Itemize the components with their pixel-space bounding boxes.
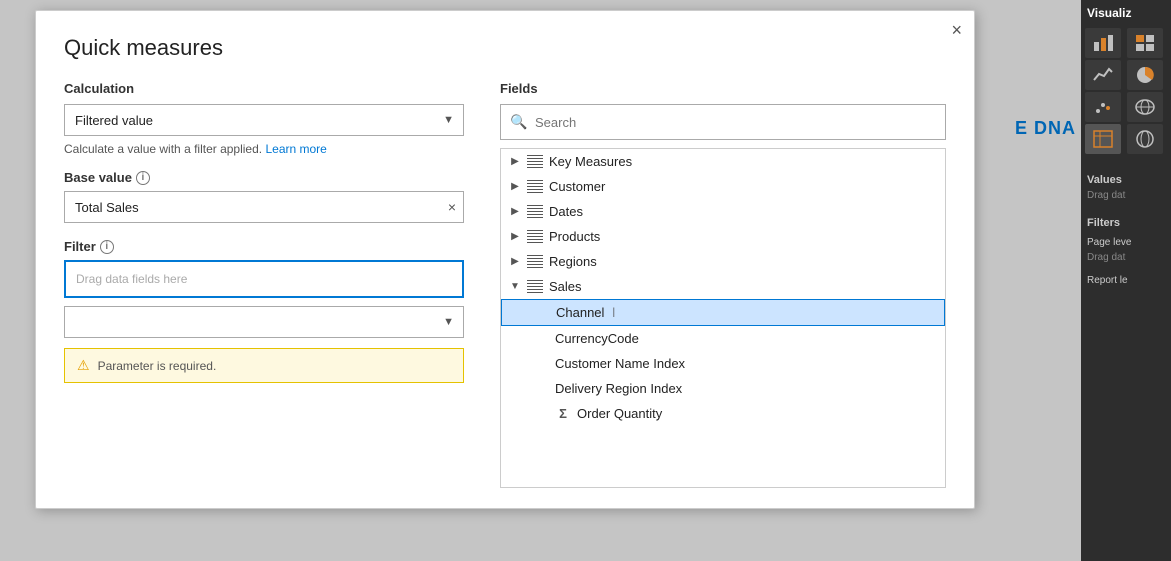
base-value-clear-button[interactable]: × bbox=[448, 199, 456, 215]
tree-item-currency-code[interactable]: CurrencyCode bbox=[501, 326, 945, 351]
search-icon: 🔍 bbox=[510, 114, 527, 131]
filters-section-label: Filters bbox=[1081, 211, 1171, 231]
table-icon-sales bbox=[527, 280, 543, 294]
right-column: Fields 🔍 ▶ Key Measures ▶ Customer bbox=[500, 81, 946, 488]
panel-icon-globe[interactable] bbox=[1127, 124, 1163, 154]
panel-icon-map[interactable] bbox=[1127, 92, 1163, 122]
table-icon-customer bbox=[527, 180, 543, 194]
base-value-info-icon: i bbox=[136, 171, 150, 185]
expand-dates: ▶ bbox=[509, 206, 521, 217]
left-column: Calculation Filtered value Average per c… bbox=[64, 81, 464, 488]
fields-label: Fields bbox=[500, 81, 946, 96]
page-drop-area[interactable]: Drag dat bbox=[1081, 250, 1171, 265]
calculation-select-wrapper: Filtered value Average per category Vari… bbox=[64, 104, 464, 136]
cursor-indicator: | bbox=[612, 307, 615, 318]
base-value-input[interactable] bbox=[64, 191, 464, 223]
helper-text: Calculate a value with a filter applied.… bbox=[64, 142, 464, 156]
tree-item-channel[interactable]: Channel | bbox=[501, 299, 945, 326]
table-icon-key-measures bbox=[527, 155, 543, 169]
filter-select[interactable] bbox=[64, 306, 464, 338]
tree-item-regions[interactable]: ▶ Regions bbox=[501, 249, 945, 274]
right-panel-title: Visualiz bbox=[1081, 0, 1171, 24]
dialog-title: Quick measures bbox=[64, 35, 946, 61]
tree-item-products[interactable]: ▶ Products bbox=[501, 224, 945, 249]
expand-key-measures: ▶ bbox=[509, 156, 521, 167]
panel-icon-line-chart[interactable] bbox=[1085, 60, 1121, 90]
warning-box: ⚠ Parameter is required. bbox=[64, 348, 464, 383]
filter-label: Filter i bbox=[64, 239, 464, 254]
panel-icon-table-view[interactable] bbox=[1085, 124, 1121, 154]
expand-customer: ▶ bbox=[509, 181, 521, 192]
calculation-select[interactable]: Filtered value Average per category Vari… bbox=[64, 104, 464, 136]
fields-tree[interactable]: ▶ Key Measures ▶ Customer ▶ Dates bbox=[500, 148, 946, 488]
expand-regions: ▶ bbox=[509, 256, 521, 267]
right-panel-icons bbox=[1081, 24, 1171, 158]
calculation-label: Calculation bbox=[64, 81, 464, 96]
base-value-field: × bbox=[64, 191, 464, 223]
values-drop-area[interactable]: Drag dat bbox=[1081, 188, 1171, 203]
tree-item-customer[interactable]: ▶ Customer bbox=[501, 174, 945, 199]
base-value-label: Base value i bbox=[64, 170, 464, 185]
fields-search-input[interactable] bbox=[500, 104, 946, 140]
report-level-label: Report le bbox=[1081, 269, 1171, 288]
table-icon-products bbox=[527, 230, 543, 244]
sigma-icon-order-quantity: Σ bbox=[555, 406, 571, 421]
panel-icon-bar-chart[interactable] bbox=[1085, 28, 1121, 58]
values-section-label: Values bbox=[1081, 168, 1171, 188]
tree-item-dates[interactable]: ▶ Dates bbox=[501, 199, 945, 224]
right-panel: Visualiz Values Drag dat F bbox=[1081, 0, 1171, 561]
filter-drag-area[interactable]: Drag data fields here bbox=[64, 260, 464, 298]
tree-item-key-measures[interactable]: ▶ Key Measures bbox=[501, 149, 945, 174]
expand-sales: ▼ bbox=[509, 281, 521, 292]
filter-select-wrapper: ▼ bbox=[64, 306, 464, 338]
panel-icon-column-chart[interactable] bbox=[1127, 28, 1163, 58]
tree-item-sales[interactable]: ▼ Sales bbox=[501, 274, 945, 299]
page-level-label: Page leve bbox=[1081, 231, 1171, 250]
warning-icon: ⚠ bbox=[77, 357, 90, 374]
tree-item-delivery-region-index[interactable]: Delivery Region Index bbox=[501, 376, 945, 401]
learn-more-link[interactable]: Learn more bbox=[265, 142, 326, 156]
table-icon-regions bbox=[527, 255, 543, 269]
tree-item-customer-name-index[interactable]: Customer Name Index bbox=[501, 351, 945, 376]
dialog-close-button[interactable]: × bbox=[951, 21, 962, 39]
quick-measures-dialog: × Quick measures Calculation Filtered va… bbox=[35, 10, 975, 509]
dialog-body: Calculation Filtered value Average per c… bbox=[64, 81, 946, 488]
expand-products: ▶ bbox=[509, 231, 521, 242]
table-icon-dates bbox=[527, 205, 543, 219]
tree-item-order-quantity[interactable]: Σ Order Quantity bbox=[501, 401, 945, 426]
panel-icon-scatter[interactable] bbox=[1085, 92, 1121, 122]
fields-search-wrapper: 🔍 bbox=[500, 104, 946, 140]
panel-icon-pie-chart[interactable] bbox=[1127, 60, 1163, 90]
filter-info-icon: i bbox=[100, 240, 114, 254]
